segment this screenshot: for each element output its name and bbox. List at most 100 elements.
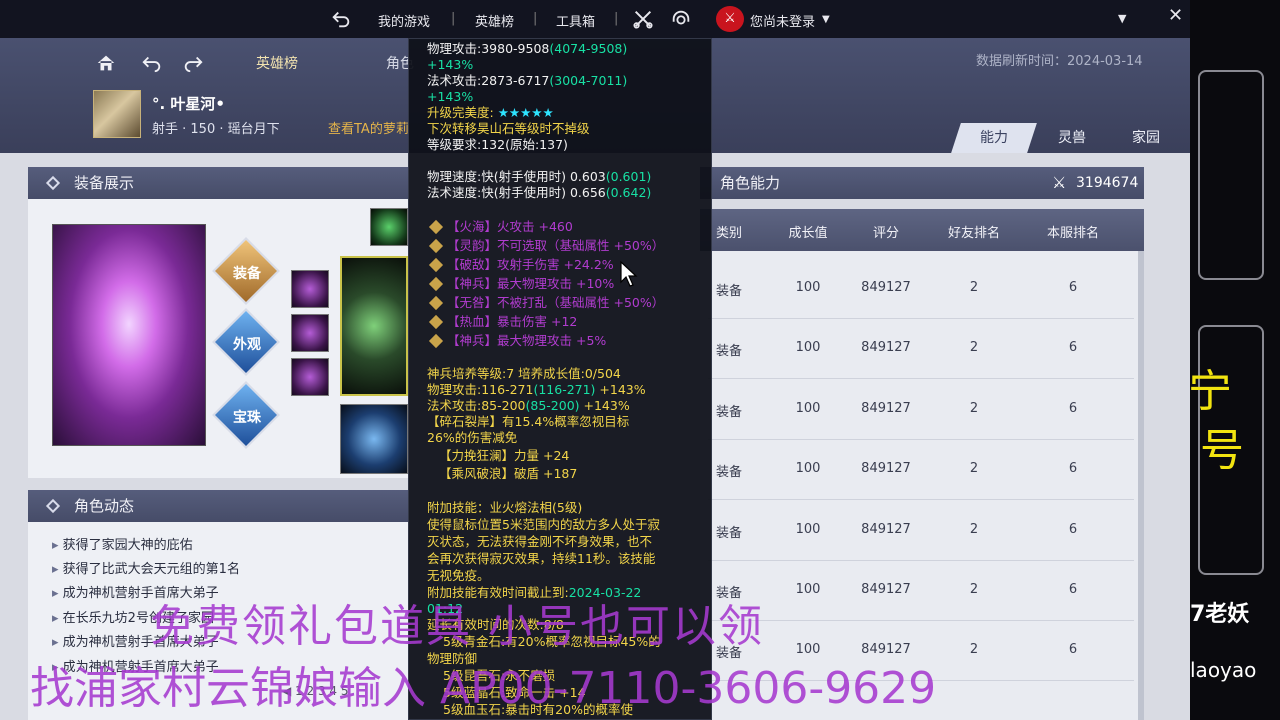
undo-icon[interactable] bbox=[141, 52, 163, 74]
row-divider bbox=[708, 438, 1134, 440]
diamond-icon bbox=[45, 175, 61, 191]
col-header[interactable]: 成长值 bbox=[770, 222, 846, 241]
star-rating: ★★★★★ bbox=[497, 105, 554, 120]
scissors-icon[interactable] bbox=[632, 8, 654, 30]
diamond-icon bbox=[45, 498, 61, 514]
equip-slot[interactable] bbox=[370, 208, 408, 246]
home-icon[interactable] bbox=[95, 52, 117, 74]
dyn-panel-title: 角色动态 bbox=[28, 490, 408, 522]
equip-panel-title: 装备展示 bbox=[28, 167, 408, 199]
chevron-down-icon[interactable]: ▼ bbox=[822, 14, 830, 25]
tab-heroes[interactable]: 英雄榜 bbox=[256, 53, 298, 73]
tip-line: +143% bbox=[595, 382, 646, 397]
crossed-swords-icon: ⚔ bbox=[1052, 173, 1067, 192]
appearance-tab-label: 外观 bbox=[233, 337, 261, 353]
row-divider bbox=[708, 620, 1134, 621]
gem-icon bbox=[428, 238, 444, 254]
row-divider bbox=[708, 378, 1134, 380]
close-icon[interactable]: ✕ bbox=[1168, 5, 1183, 26]
table-cell: 100 bbox=[795, 582, 821, 597]
separator: | bbox=[614, 11, 619, 26]
table-cell: 100 bbox=[795, 400, 821, 416]
top-bar: 我的游戏 | 英雄榜 | 工具箱 | ⚔ 您尚未登录 ▼ ▼ ✕ bbox=[0, 0, 1280, 38]
overlay-char: 号 bbox=[1200, 425, 1244, 476]
table-cell: 849127 bbox=[861, 582, 911, 597]
avatar[interactable] bbox=[93, 90, 141, 138]
table-scrollbar[interactable] bbox=[1138, 251, 1144, 720]
my-games-link[interactable]: 我的游戏 bbox=[378, 11, 430, 30]
back-arrow-icon[interactable] bbox=[330, 8, 352, 30]
table-cell: 849127 bbox=[861, 400, 911, 416]
table-cell: 6 bbox=[1068, 280, 1078, 295]
table-cell: 2 bbox=[969, 521, 979, 537]
refresh-time: 数据刷新时间：2024-03-14 bbox=[976, 54, 1143, 69]
character-portrait bbox=[52, 224, 206, 446]
tip-gem-line: 【热血】暴击伤害 +12 bbox=[447, 314, 578, 329]
gem-icon bbox=[428, 219, 444, 235]
tip-gem-line: 【无咎】不被打乱（基础属性 +50%） bbox=[447, 295, 665, 310]
dyn-title-text: 角色动态 bbox=[74, 497, 135, 515]
table-cell: 100 bbox=[795, 280, 821, 295]
table-cell: 6 bbox=[1068, 642, 1078, 658]
tip-gem-line: 【破敌】攻射手伤害 +24.2% bbox=[447, 257, 614, 272]
tip-line: 物理速度:快(射手使用时) 0.603 bbox=[427, 169, 606, 184]
col-header[interactable]: 评分 bbox=[850, 222, 922, 241]
list-item[interactable]: 获得了家园大神的庇佑 bbox=[52, 534, 193, 553]
tip-line: 神兵培养等级:7 培养成长值:0/504 bbox=[427, 366, 621, 381]
ad-overlay-line2: 找浦家村云锦娘输入 AP00-7110-3606-9629 bbox=[30, 663, 937, 714]
streamer-id: laoyao bbox=[1190, 658, 1257, 682]
equip-slot[interactable] bbox=[340, 404, 408, 474]
table-cell: 849127 bbox=[861, 521, 911, 537]
table-cell: 849127 bbox=[861, 461, 911, 477]
table-cell: 2 bbox=[969, 461, 979, 477]
heroes-link[interactable]: 英雄榜 bbox=[475, 11, 514, 30]
tip-line: 会再次获得寂灭效果，持续11秒。该技能 bbox=[427, 551, 656, 566]
equip-slot[interactable] bbox=[291, 358, 329, 396]
table-cell: 2 bbox=[969, 340, 979, 356]
table-cell: 6 bbox=[1068, 400, 1078, 416]
table-cell: 849127 bbox=[861, 340, 911, 356]
row-divider bbox=[708, 318, 1134, 319]
table-header: 类别 成长值 评分 好友排名 本服排名 bbox=[700, 209, 1144, 251]
table-cell: 2 bbox=[969, 280, 979, 295]
tab-home[interactable]: 家园 bbox=[1108, 123, 1184, 153]
minimize-dropdown-icon[interactable]: ▼ bbox=[1118, 12, 1126, 25]
tip-line: (85-200) bbox=[525, 398, 580, 413]
table-cell: 2 bbox=[969, 582, 979, 597]
tab-ability[interactable]: 能力 bbox=[951, 123, 1037, 153]
gem-tab-label: 宝珠 bbox=[233, 410, 261, 426]
col-header[interactable]: 好友排名 bbox=[934, 222, 1014, 241]
tip-gem-line: 【灵韵】不可选取（基础属性 +50%） bbox=[447, 238, 665, 253]
col-header[interactable]: 本服排名 bbox=[1030, 222, 1116, 241]
view-pet-link[interactable]: 查看TA的萝莉 bbox=[328, 118, 409, 137]
tip-line: 物理攻击:116-271 bbox=[427, 382, 534, 397]
toolbox-link[interactable]: 工具箱 bbox=[556, 11, 595, 30]
table-cell: 100 bbox=[795, 461, 821, 477]
tip-line: 26%的伤害减免 bbox=[427, 430, 518, 445]
equip-slot[interactable] bbox=[291, 270, 329, 308]
equip-slot[interactable] bbox=[291, 314, 329, 352]
streamer-name: 7老妖 bbox=[1190, 602, 1250, 627]
table-cell: 6 bbox=[1068, 521, 1078, 537]
tip-gem-line: 【神兵】最大物理攻击 +10% bbox=[447, 276, 615, 291]
tip-line: 灭状态，无法获得金刚不坏身效果，也不 bbox=[427, 534, 653, 549]
tip-line: 【碎石裂岸】有15.4%概率忽视目标 bbox=[427, 414, 630, 429]
redo-icon[interactable] bbox=[182, 52, 204, 74]
list-item[interactable]: 获得了比武大会天元组的第1名 bbox=[52, 558, 240, 577]
table-cell: 100 bbox=[795, 340, 821, 356]
table-cell: 849127 bbox=[861, 280, 911, 295]
weapon-slot[interactable] bbox=[340, 256, 408, 396]
separator: | bbox=[533, 11, 538, 26]
tip-line: 升级完美度: bbox=[427, 105, 498, 120]
screen: 我的游戏 | 英雄榜 | 工具箱 | ⚔ 您尚未登录 ▼ ▼ ✕ 英雄榜 角色 … bbox=[0, 0, 1280, 720]
gem-icon bbox=[428, 295, 444, 311]
mouse-cursor-icon bbox=[620, 260, 638, 287]
tab-pet[interactable]: 灵兽 bbox=[1034, 123, 1110, 153]
row-divider bbox=[708, 499, 1134, 501]
user-logo-icon[interactable]: ⚔ bbox=[716, 6, 744, 32]
table-cell: 2 bbox=[969, 400, 979, 416]
tip-line: 等级要求:132(原始:137) bbox=[427, 137, 568, 152]
login-status[interactable]: 您尚未登录 bbox=[750, 11, 815, 30]
equip-tab-label: 装备 bbox=[233, 266, 261, 282]
headset-icon[interactable] bbox=[670, 8, 692, 30]
